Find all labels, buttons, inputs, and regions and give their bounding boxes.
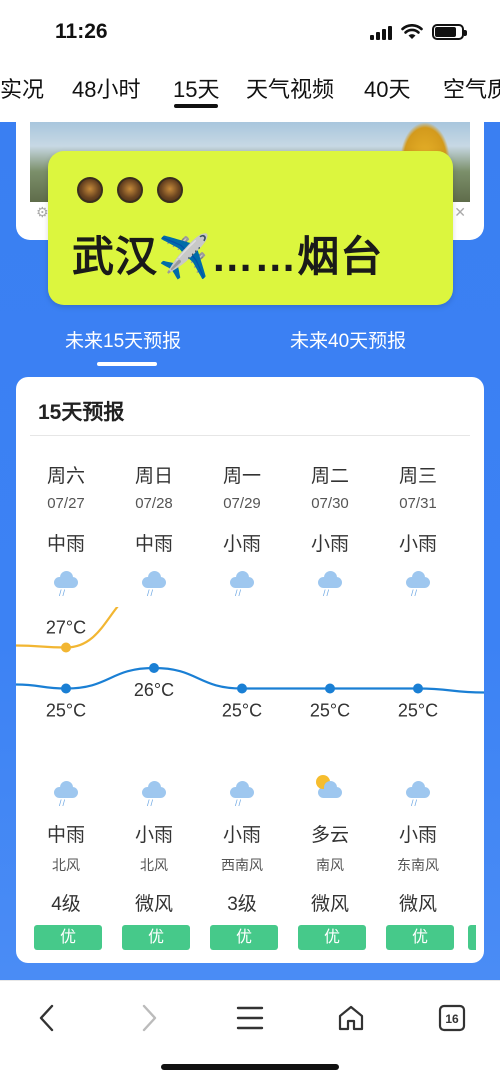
avatar-group <box>77 177 183 203</box>
wind-direction: 西南风 <box>221 857 263 873</box>
date-label: 07/30 <box>311 495 349 512</box>
menu-icon <box>236 1006 264 1030</box>
low-temp-label: 25°C <box>398 701 438 721</box>
wind-direction: 南风 <box>316 857 344 873</box>
aqi-badge: 优 <box>386 925 454 950</box>
avatar <box>77 177 103 203</box>
status-bar: 11:26 <box>0 0 500 62</box>
wind-direction: 北风 <box>52 857 80 873</box>
high-temp-line <box>16 607 119 649</box>
wind-direction: 东南风 <box>397 857 439 873</box>
tab-15-days[interactable]: 15天 <box>173 72 219 104</box>
day-condition: 小雨 <box>398 534 437 555</box>
low-temp-label: 25°C <box>310 701 350 721</box>
forecast-card: 15天预报 周六 07/27 中雨 // // 中雨 北风 4级 优 周日 07… <box>16 377 484 963</box>
chevron-right-icon <box>142 1004 157 1032</box>
rain-cloud-icon: // <box>22 571 110 599</box>
forecast-tab-bar: 实况 48小时 15天 天气视频 40天 空气质 <box>0 62 500 122</box>
active-subtab-indicator <box>97 362 157 366</box>
active-tab-indicator <box>174 104 218 108</box>
high-temp-label: 27°C <box>46 618 86 638</box>
aqi-badge: 优 <box>34 925 102 950</box>
wind-level: 4级 <box>51 894 81 915</box>
low-temp-point <box>149 663 159 673</box>
date-label: 07/31 <box>399 495 437 512</box>
rain-cloud-icon: // <box>374 781 462 809</box>
rain-cloud-icon: // <box>198 781 286 809</box>
temperature-chart: 27°C30°C30°C30°C31°C25°C26°C25°C25°C25°C <box>16 607 484 721</box>
day-condition: 小雨 <box>310 534 349 555</box>
route-promo-card[interactable]: 武汉✈️……烟台 <box>48 151 453 305</box>
rain-cloud-icon: // <box>22 781 110 809</box>
close-icon[interactable]: ✕ <box>454 204 466 221</box>
forward-button[interactable] <box>129 1001 169 1035</box>
tab-48-hours[interactable]: 48小时 <box>72 72 140 104</box>
night-condition: 小雨 <box>222 825 261 846</box>
status-time: 11:26 <box>55 20 108 43</box>
aqi-badge: 优 <box>210 925 278 950</box>
day-condition: 小雨 <box>222 534 261 555</box>
tabs-button[interactable]: 16 <box>432 1001 472 1035</box>
aqi-badge: 优 <box>122 925 190 950</box>
tab-count: 16 <box>445 1012 459 1026</box>
wifi-icon <box>401 24 423 39</box>
day-condition: 中雨 <box>46 534 85 555</box>
wind-level: 3级 <box>227 894 257 915</box>
low-temp-point <box>61 683 71 694</box>
date-label: 07/27 <box>47 495 85 512</box>
wind-direction: 北风 <box>140 857 168 873</box>
cellular-signal-icon <box>370 24 392 40</box>
date-label: 07/28 <box>135 495 173 512</box>
avatar <box>117 177 143 203</box>
rain-cloud-icon: // <box>198 571 286 599</box>
weekday-label: 周二 <box>310 466 349 487</box>
high-temp-point <box>61 642 71 653</box>
home-icon <box>338 1005 364 1031</box>
back-button[interactable] <box>27 1001 67 1035</box>
home-button[interactable] <box>331 1001 371 1035</box>
rain-cloud-icon: // <box>110 571 198 599</box>
wind-level: 微风 <box>134 894 173 915</box>
weekday-label: 周三 <box>398 466 437 487</box>
low-temp-point <box>237 683 247 694</box>
day-condition: 中雨 <box>134 534 173 555</box>
avatar <box>157 177 183 203</box>
night-condition: 小雨 <box>134 825 173 846</box>
low-temp-point <box>325 683 335 694</box>
tab-air-quality[interactable]: 空气质 <box>443 72 500 104</box>
partly-cloudy-icon <box>286 775 374 809</box>
home-indicator <box>161 1064 339 1070</box>
settings-icon[interactable]: ⚙ <box>36 204 49 221</box>
weekday-label: 周日 <box>134 466 173 487</box>
wind-level: 微风 <box>398 894 437 915</box>
rain-cloud-icon: // <box>374 571 462 599</box>
tab-next-15-days[interactable]: 未来15天预报 <box>65 326 181 353</box>
low-temp-label: 25°C <box>46 701 86 721</box>
weekday-label: 周六 <box>46 466 85 487</box>
low-temp-point <box>413 683 423 694</box>
battery-icon <box>432 24 467 40</box>
route-title: 武汉✈️……烟台 <box>72 233 384 280</box>
night-condition: 中雨 <box>46 825 85 846</box>
date-label: 07/29 <box>223 495 261 512</box>
wind-level: 微风 <box>310 894 349 915</box>
night-condition: 小雨 <box>398 825 437 846</box>
rain-cloud-icon: // <box>286 571 374 599</box>
status-icons <box>370 24 467 40</box>
aqi-badge: 优 <box>298 925 366 950</box>
tab-next-40-days[interactable]: 未来40天预报 <box>290 326 406 353</box>
night-condition: 多云 <box>310 825 349 846</box>
tabs-count-icon: 16 <box>438 1004 466 1032</box>
tab-weather-video[interactable]: 天气视频 <box>246 72 334 104</box>
rain-cloud-icon: // <box>110 781 198 809</box>
tab-40-days[interactable]: 40天 <box>364 72 410 104</box>
low-temp-label: 25°C <box>222 701 262 721</box>
chevron-left-icon <box>39 1004 54 1032</box>
weekday-label: 周一 <box>222 466 261 487</box>
aqi-badge-partial <box>468 925 476 950</box>
tab-realtime[interactable]: 实况 <box>0 72 44 104</box>
menu-button[interactable] <box>230 1001 270 1035</box>
low-temp-label: 26°C <box>134 680 174 700</box>
